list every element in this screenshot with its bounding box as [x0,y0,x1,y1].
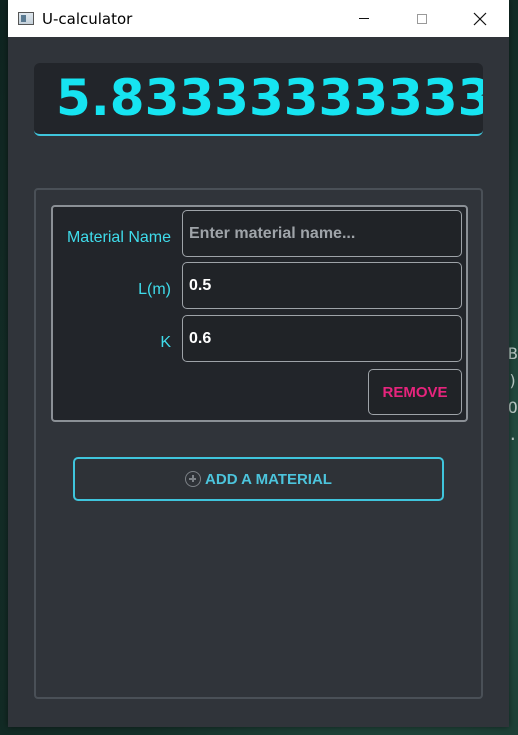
maximize-icon [417,13,427,24]
app-window: U-calculator 5.83333333333333 Material N… [8,0,509,727]
k-input[interactable] [182,315,462,362]
add-material-label: ADD A MATERIAL [205,470,332,488]
window-title: U-calculator [42,9,133,28]
remove-button[interactable]: REMOVE [368,369,462,415]
add-material-button[interactable]: ADD A MATERIAL [73,457,444,501]
material-name-label: Material Name [66,229,171,246]
result-value: 5.83333333333333 [56,69,483,127]
window-controls [335,0,509,37]
materials-panel: Material Name L(m) K REMOVE ADD A MATERI… [34,188,483,699]
title-bar: U-calculator [8,0,509,37]
material-card: Material Name L(m) K REMOVE [51,205,468,422]
close-button[interactable] [451,0,509,37]
length-label: L(m) [138,281,171,298]
desktop-background-glyphs: B) O. [508,344,518,444]
length-input[interactable] [182,262,462,309]
result-display: 5.83333333333333 [34,63,483,136]
plus-circle-icon [185,471,202,487]
maximize-button[interactable] [393,0,451,37]
app-window-icon [18,12,34,25]
k-label: K [160,334,171,351]
close-icon [473,12,487,25]
minimize-icon [359,18,369,19]
material-name-input[interactable] [182,210,462,257]
minimize-button[interactable] [335,0,393,37]
